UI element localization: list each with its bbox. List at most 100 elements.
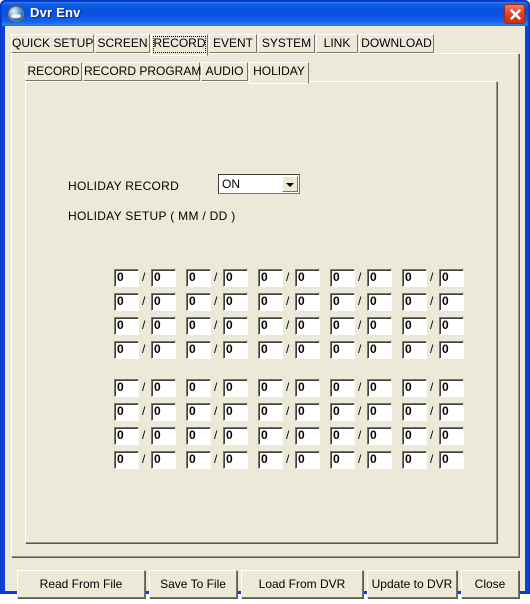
holiday-day-input[interactable]: 0: [367, 293, 392, 311]
holiday-day-input[interactable]: 0: [439, 379, 464, 397]
holiday-day-input[interactable]: 0: [223, 341, 248, 359]
holiday-month-input[interactable]: 0: [330, 451, 355, 469]
holiday-record-dropdown[interactable]: ON: [218, 174, 300, 194]
holiday-month-input[interactable]: 0: [114, 451, 139, 469]
holiday-day-input[interactable]: 0: [223, 269, 248, 287]
holiday-day-input[interactable]: 0: [367, 403, 392, 421]
holiday-month-input[interactable]: 0: [114, 379, 139, 397]
holiday-day-input[interactable]: 0: [151, 379, 176, 397]
holiday-month-input[interactable]: 0: [330, 341, 355, 359]
holiday-month-input[interactable]: 0: [402, 317, 427, 335]
holiday-day-input[interactable]: 0: [223, 403, 248, 421]
holiday-month-input[interactable]: 0: [330, 427, 355, 445]
holiday-day-input[interactable]: 0: [439, 451, 464, 469]
holiday-month-input[interactable]: 0: [258, 427, 283, 445]
date-separator: /: [142, 342, 146, 356]
holiday-month-input[interactable]: 0: [402, 451, 427, 469]
holiday-day-input[interactable]: 0: [367, 451, 392, 469]
holiday-day-input[interactable]: 0: [439, 427, 464, 445]
button-bar: Read From File Save To File Load From DVR U…: [11, 566, 519, 604]
holiday-day-input[interactable]: 0: [223, 379, 248, 397]
holiday-day-input[interactable]: 0: [223, 317, 248, 335]
holiday-date-pair: 0/0: [402, 317, 464, 335]
main-tab-download[interactable]: DOWNLOAD: [359, 34, 434, 53]
holiday-day-input[interactable]: 0: [367, 269, 392, 287]
holiday-month-input[interactable]: 0: [402, 427, 427, 445]
holiday-day-input[interactable]: 0: [295, 379, 320, 397]
holiday-month-input[interactable]: 0: [186, 379, 211, 397]
holiday-day-input[interactable]: 0: [439, 269, 464, 287]
holiday-month-input[interactable]: 0: [186, 403, 211, 421]
holiday-month-input[interactable]: 0: [114, 403, 139, 421]
holiday-month-input[interactable]: 0: [258, 403, 283, 421]
holiday-day-input[interactable]: 0: [367, 379, 392, 397]
holiday-day-input[interactable]: 0: [367, 317, 392, 335]
holiday-day-input[interactable]: 0: [151, 293, 176, 311]
holiday-day-input[interactable]: 0: [151, 269, 176, 287]
sub-tab-holiday[interactable]: HOLIDAY: [249, 62, 309, 84]
holiday-day-input[interactable]: 0: [295, 451, 320, 469]
main-tab-event[interactable]: EVENT: [209, 34, 257, 53]
holiday-month-input[interactable]: 0: [114, 341, 139, 359]
holiday-day-input[interactable]: 0: [439, 317, 464, 335]
holiday-month-input[interactable]: 0: [186, 451, 211, 469]
holiday-day-input[interactable]: 0: [151, 341, 176, 359]
holiday-month-input[interactable]: 0: [258, 451, 283, 469]
holiday-day-input[interactable]: 0: [151, 451, 176, 469]
holiday-month-input[interactable]: 0: [402, 341, 427, 359]
holiday-month-input[interactable]: 0: [114, 293, 139, 311]
holiday-month-input[interactable]: 0: [258, 293, 283, 311]
holiday-day-input[interactable]: 0: [151, 403, 176, 421]
sub-tab-audio[interactable]: AUDIO: [201, 62, 248, 81]
holiday-day-input[interactable]: 0: [151, 317, 176, 335]
main-tab-quick-setup[interactable]: QUICK SETUP: [11, 34, 94, 53]
holiday-day-input[interactable]: 0: [367, 427, 392, 445]
holiday-date-pair: 0/0: [186, 293, 248, 311]
holiday-month-input[interactable]: 0: [114, 269, 139, 287]
holiday-month-input[interactable]: 0: [186, 269, 211, 287]
holiday-month-input[interactable]: 0: [402, 269, 427, 287]
holiday-day-input[interactable]: 0: [295, 341, 320, 359]
main-tab-link[interactable]: LINK: [316, 34, 358, 53]
chevron-down-icon[interactable]: [282, 176, 298, 192]
holiday-month-input[interactable]: 0: [402, 293, 427, 311]
holiday-day-input[interactable]: 0: [223, 451, 248, 469]
holiday-month-input[interactable]: 0: [114, 427, 139, 445]
holiday-month-input[interactable]: 0: [330, 403, 355, 421]
holiday-month-input[interactable]: 0: [330, 293, 355, 311]
date-separator: /: [358, 428, 362, 442]
holiday-month-input[interactable]: 0: [186, 341, 211, 359]
main-tab-screen[interactable]: SCREEN: [95, 34, 150, 53]
holiday-day-input[interactable]: 0: [295, 293, 320, 311]
holiday-day-input[interactable]: 0: [295, 403, 320, 421]
holiday-month-input[interactable]: 0: [114, 317, 139, 335]
holiday-month-input[interactable]: 0: [186, 427, 211, 445]
close-icon[interactable]: [504, 4, 525, 24]
holiday-month-input[interactable]: 0: [258, 379, 283, 397]
holiday-month-input[interactable]: 0: [330, 269, 355, 287]
holiday-day-input[interactable]: 0: [295, 427, 320, 445]
holiday-month-input[interactable]: 0: [402, 379, 427, 397]
main-tab-record[interactable]: RECORD: [151, 34, 208, 56]
holiday-day-input[interactable]: 0: [367, 341, 392, 359]
holiday-day-input[interactable]: 0: [439, 341, 464, 359]
holiday-day-input[interactable]: 0: [439, 293, 464, 311]
holiday-day-input[interactable]: 0: [151, 427, 176, 445]
holiday-month-input[interactable]: 0: [402, 403, 427, 421]
sub-tab-record-program[interactable]: RECORD PROGRAM: [83, 62, 201, 81]
holiday-month-input[interactable]: 0: [258, 317, 283, 335]
holiday-day-input[interactable]: 0: [223, 293, 248, 311]
sub-tab-record[interactable]: RECORD: [25, 62, 82, 81]
holiday-day-input[interactable]: 0: [439, 403, 464, 421]
holiday-month-input[interactable]: 0: [330, 317, 355, 335]
holiday-month-input[interactable]: 0: [330, 379, 355, 397]
holiday-day-input[interactable]: 0: [295, 317, 320, 335]
holiday-month-input[interactable]: 0: [186, 293, 211, 311]
holiday-month-input[interactable]: 0: [258, 341, 283, 359]
main-tab-system[interactable]: SYSTEM: [258, 34, 315, 53]
holiday-month-input[interactable]: 0: [258, 269, 283, 287]
holiday-month-input[interactable]: 0: [186, 317, 211, 335]
holiday-day-input[interactable]: 0: [223, 427, 248, 445]
title-bar[interactable]: Dvr Env: [2, 2, 528, 26]
holiday-day-input[interactable]: 0: [295, 269, 320, 287]
